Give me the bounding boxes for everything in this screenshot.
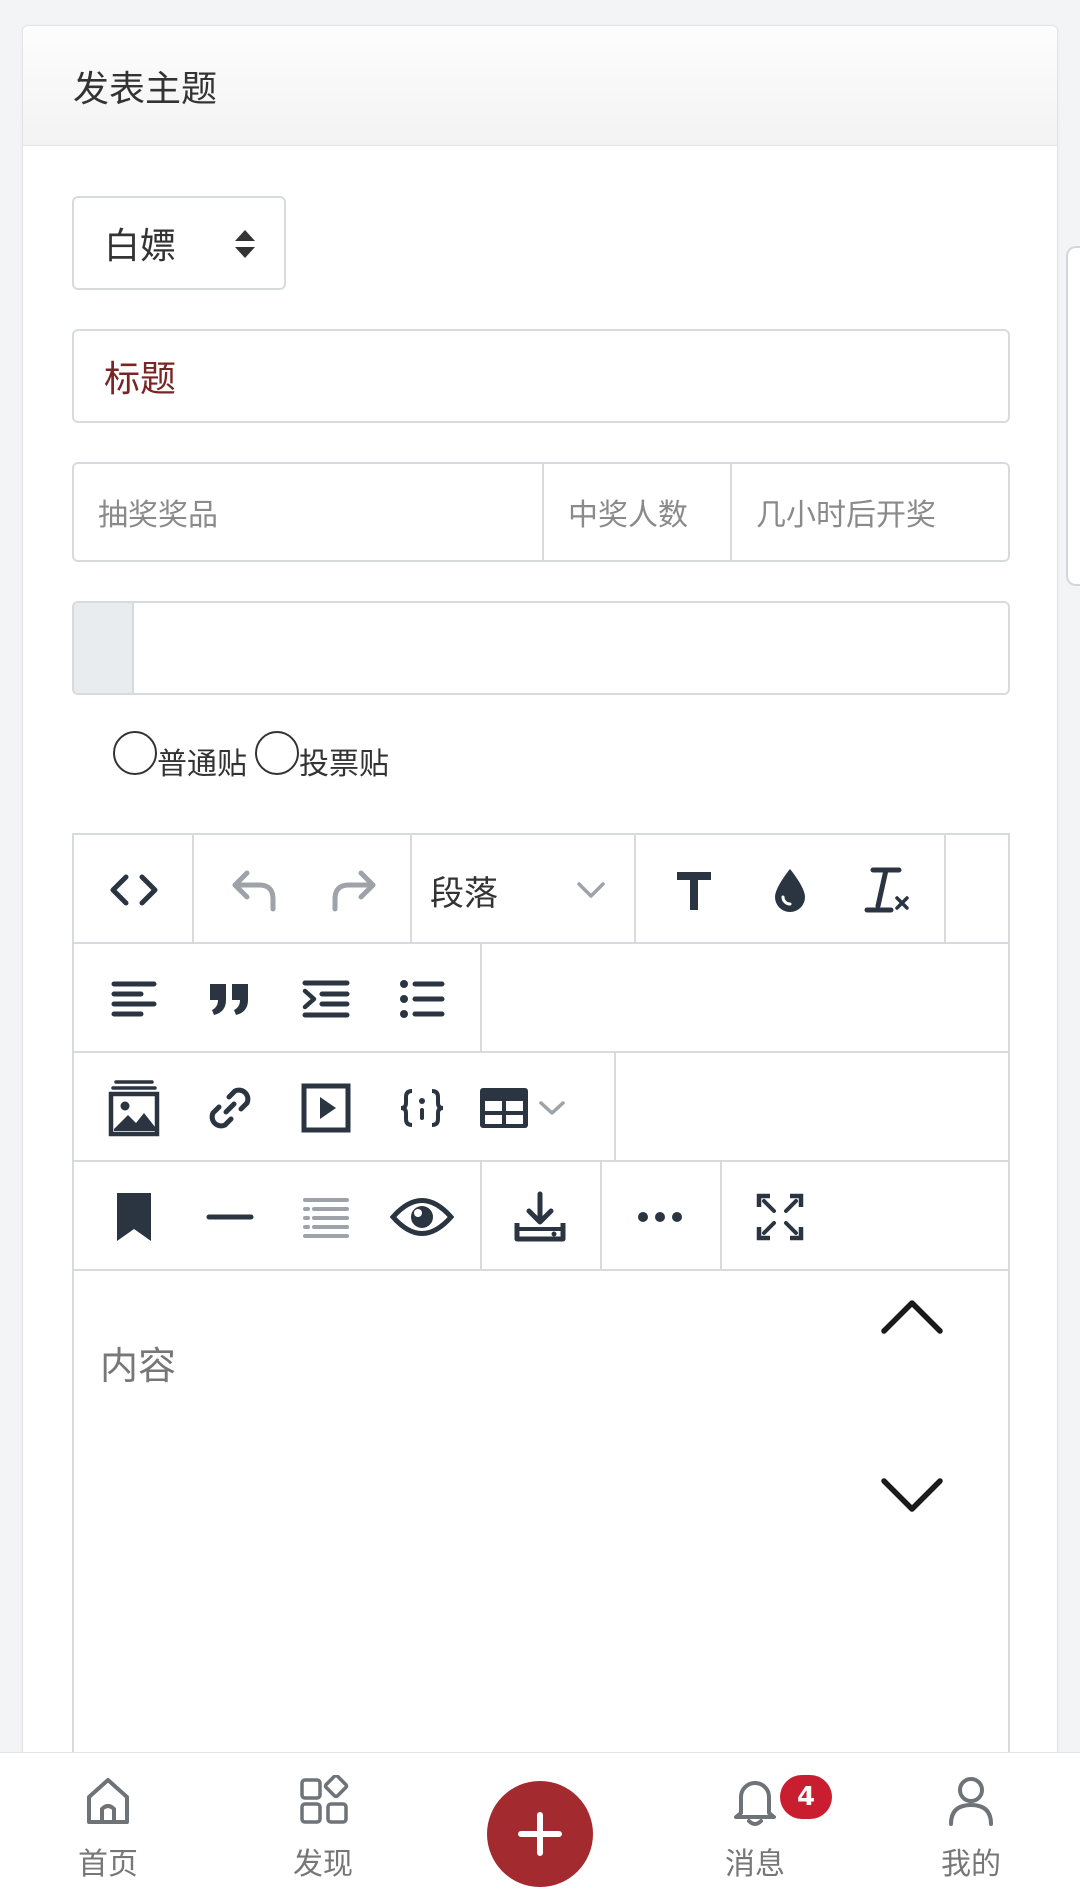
preview-icon	[390, 1198, 454, 1236]
download-button[interactable]	[500, 1186, 580, 1248]
lottery-winners-input[interactable]: 中奖人数	[544, 464, 732, 560]
messages-badge: 4	[780, 1775, 832, 1819]
image-button[interactable]	[94, 1075, 174, 1141]
undo-icon	[232, 870, 276, 912]
nav-profile[interactable]: 我的	[911, 1753, 1031, 1896]
chevron-down-icon	[577, 882, 605, 898]
bullet-list-icon	[400, 980, 445, 1018]
content-placeholder: 内容	[100, 1344, 177, 1388]
download-icon	[514, 1191, 566, 1242]
nav-discover-label: 发现	[293, 1847, 353, 1882]
select-arrows-icon	[235, 230, 255, 258]
link-icon	[209, 1087, 251, 1129]
nav-discover[interactable]: 发现	[263, 1753, 383, 1896]
input-addon	[74, 603, 134, 693]
more-button[interactable]	[620, 1188, 700, 1246]
horizontal-rule-icon	[206, 1214, 254, 1220]
nav-home[interactable]: 首页	[48, 1753, 168, 1896]
page-title: 发表主题	[73, 68, 218, 110]
redo-icon	[332, 870, 376, 912]
text-color-button[interactable]	[750, 861, 830, 919]
lottery-prize-placeholder: 抽奖奖品	[98, 498, 218, 533]
table-chevron-down-icon	[539, 1101, 565, 1115]
code-block-icon	[400, 1089, 444, 1127]
block-format-value: 段落	[430, 873, 498, 914]
radio-vote-post[interactable]	[255, 731, 299, 775]
nav-home-label: 首页	[78, 1847, 138, 1882]
align-left-icon	[111, 981, 157, 1017]
horizontal-rule-button[interactable]	[190, 1188, 270, 1246]
indent-button[interactable]	[286, 970, 366, 1028]
indent-icon	[302, 980, 350, 1018]
align-button[interactable]	[94, 970, 174, 1028]
image-icon	[108, 1080, 160, 1137]
nav-profile-label: 我的	[941, 1847, 1001, 1882]
lottery-hours-placeholder: 几小时后开奖	[756, 498, 936, 533]
redo-button[interactable]	[314, 861, 394, 919]
link-button[interactable]	[190, 1079, 270, 1137]
card-header: 发表主题	[23, 26, 1057, 146]
preview-button[interactable]	[382, 1188, 462, 1246]
block-format-dropdown[interactable]: 段落	[430, 861, 606, 919]
toolbar-row-4	[74, 1162, 1008, 1271]
nav-messages-label: 消息	[725, 1847, 785, 1882]
bookmark-icon	[117, 1193, 151, 1241]
video-icon	[301, 1083, 351, 1133]
fullscreen-icon	[756, 1193, 804, 1241]
page: 发表主题 白嫖 标题 抽奖奖品 中奖人数 几小时后开奖 普通贴 投票贴 段落 内…	[0, 0, 1080, 1896]
bottom-nav: 首页 发现 消息 4 我的	[0, 1752, 1080, 1896]
user-icon	[949, 1777, 993, 1826]
toc-button[interactable]	[286, 1188, 366, 1246]
category-select[interactable]: 白嫖	[72, 196, 286, 290]
lottery-winners-placeholder: 中奖人数	[568, 498, 688, 533]
more-icon	[638, 1212, 682, 1222]
clear-format-button[interactable]	[846, 861, 926, 919]
new-post-button[interactable]	[487, 1781, 593, 1887]
side-scroll-tab[interactable]	[1066, 246, 1080, 586]
toolbar-row-2	[74, 944, 1008, 1053]
code-block-button[interactable]	[382, 1079, 462, 1137]
text-style-icon	[677, 872, 711, 910]
title-placeholder: 标题	[104, 359, 177, 400]
toc-icon	[303, 1198, 349, 1238]
scroll-down-icon[interactable]	[880, 1475, 944, 1515]
rich-text-editor: 段落 内容	[72, 833, 1010, 1895]
toolbar-row-1: 段落	[74, 835, 1008, 944]
bullet-list-button[interactable]	[382, 970, 462, 1028]
blockquote-button[interactable]	[190, 970, 270, 1028]
category-select-value: 白嫖	[104, 226, 177, 267]
undo-button[interactable]	[214, 861, 294, 919]
radio-normal-post-label[interactable]: 普通贴	[157, 739, 247, 783]
color-drop-icon	[775, 869, 805, 912]
lottery-hours-input[interactable]: 几小时后开奖	[732, 464, 1008, 560]
toolbar-row-3	[74, 1053, 1008, 1162]
title-input[interactable]: 标题	[72, 329, 1010, 423]
plus-icon	[518, 1812, 562, 1856]
code-view-icon	[110, 874, 158, 906]
table-button[interactable]	[478, 1079, 588, 1137]
clear-format-icon	[864, 867, 909, 913]
lottery-input-group: 抽奖奖品 中奖人数 几小时后开奖	[72, 462, 1010, 562]
home-icon	[87, 1778, 129, 1824]
video-button[interactable]	[286, 1079, 366, 1137]
scroll-up-icon[interactable]	[880, 1297, 944, 1337]
lottery-prize-input[interactable]: 抽奖奖品	[74, 464, 544, 560]
bell-icon	[734, 1781, 776, 1826]
radio-vote-post-label[interactable]: 投票贴	[299, 739, 389, 783]
post-type-radio-group: 普通贴 投票贴	[113, 731, 397, 783]
blockquote-icon	[210, 984, 248, 1015]
bookmark-button[interactable]	[94, 1186, 174, 1248]
code-view-button[interactable]	[94, 865, 174, 915]
table-icon	[480, 1088, 528, 1128]
post-card: 发表主题 白嫖 标题 抽奖奖品 中奖人数 几小时后开奖 普通贴 投票贴 段落 内…	[22, 25, 1058, 1896]
radio-normal-post[interactable]	[113, 731, 157, 775]
discover-icon	[300, 1775, 349, 1824]
fullscreen-button[interactable]	[740, 1188, 820, 1246]
tag-input-group[interactable]	[72, 601, 1010, 695]
text-style-button[interactable]	[654, 861, 734, 919]
